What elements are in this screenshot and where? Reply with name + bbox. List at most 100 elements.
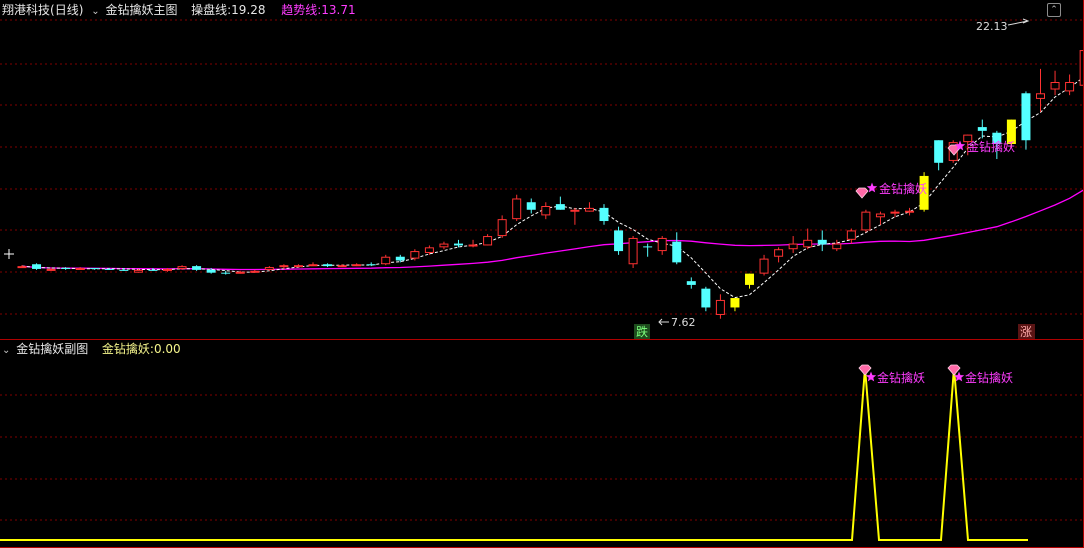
sub-signal-label-2: 金钻擒妖 — [965, 370, 1013, 385]
candle-body — [206, 269, 216, 273]
candle-body — [628, 237, 638, 265]
candle-body — [875, 213, 885, 218]
main-indicator-title[interactable]: 金钻擒妖主图 — [105, 0, 177, 20]
sub-panel-header: ⌄ 金钻擒妖副图 金钻擒妖: 0.00 — [0, 339, 1084, 359]
sub-indicator-title[interactable]: 金钻擒妖副图 — [16, 339, 88, 359]
candle-body — [614, 230, 624, 252]
high-price-label: 22.13 — [976, 20, 1008, 33]
candle-body — [846, 230, 856, 240]
chevron-down-icon[interactable]: ⌄ — [91, 2, 99, 22]
candle-body — [323, 264, 333, 267]
candle-body — [788, 243, 798, 250]
candle-body — [977, 127, 987, 131]
main-signal-label-1: 金钻擒妖 — [879, 181, 927, 196]
candle-body — [1021, 93, 1031, 141]
candle-body — [905, 210, 915, 213]
candle-body — [279, 265, 289, 268]
signal-spike-line — [0, 367, 1028, 541]
candle-body — [32, 264, 42, 269]
sub-ind-value: 0.00 — [153, 342, 181, 356]
candle-body — [264, 267, 274, 270]
candle-body — [352, 264, 362, 267]
candle-body — [555, 204, 565, 210]
candle-body — [148, 269, 158, 271]
candle-body — [643, 246, 653, 248]
candle-body — [934, 140, 944, 163]
collapse-button[interactable]: ⌃ — [1047, 3, 1061, 17]
signal-markers — [658, 18, 1030, 326]
panel-frame — [0, 0, 1084, 548]
operation-line-path — [21, 75, 1084, 299]
ops-line-value: 19.28 — [231, 3, 266, 17]
sub-panel-chart — [0, 364, 1028, 541]
candle-body — [584, 207, 594, 212]
candle-body — [526, 202, 536, 210]
trend-line-label: 趋势线 — [281, 3, 318, 17]
candle-body — [454, 243, 463, 246]
diamond-icon — [858, 364, 872, 376]
candle-body — [715, 299, 725, 315]
candle-body — [46, 268, 56, 271]
candle-body — [192, 266, 202, 270]
candle-body — [410, 251, 420, 259]
diamond-icon — [947, 364, 961, 376]
candle-body — [672, 241, 682, 263]
candle-body — [570, 209, 580, 212]
stock-chart: 22.13 7.62 金钻擒妖 金钻擒妖 金钻擒妖 金钻擒妖 跌 涨 — [0, 0, 1084, 548]
candle-body — [599, 207, 609, 222]
star-icon — [865, 371, 877, 382]
chevron-down-icon-sub[interactable]: ⌄ — [2, 341, 10, 361]
candle-body — [439, 243, 449, 248]
candle-body — [177, 266, 187, 269]
candle-body — [366, 264, 376, 266]
candle-body — [308, 264, 318, 267]
candle-body — [730, 298, 740, 308]
candle-body — [221, 272, 231, 274]
candle-body — [75, 268, 85, 270]
candle-body — [235, 271, 245, 274]
candle-body — [861, 211, 871, 231]
candle-body — [774, 249, 784, 257]
candle-body — [541, 206, 551, 216]
candle-body — [163, 268, 172, 271]
candle-body — [890, 211, 900, 214]
candle-body — [17, 266, 27, 269]
candle-body — [657, 237, 667, 252]
candle-body — [119, 269, 129, 271]
low-price-label: 7.62 — [671, 316, 696, 329]
candle-body — [293, 265, 303, 268]
up-marker: 涨 — [1020, 324, 1032, 339]
diamond-icon — [855, 187, 869, 199]
candle-body — [424, 247, 434, 253]
candle-body — [483, 236, 493, 246]
candle-body — [337, 265, 347, 268]
candle-body — [133, 269, 143, 273]
sub-ind-label: 金钻擒妖 — [101, 342, 150, 356]
candle-body — [686, 281, 696, 285]
candle-body — [497, 219, 507, 237]
candle-body — [104, 268, 114, 270]
candle-body — [468, 244, 478, 247]
candle-body — [1050, 82, 1060, 90]
candle-body — [395, 256, 405, 261]
candle-body — [803, 239, 813, 248]
candle-body — [512, 198, 522, 220]
candle-body — [817, 239, 827, 245]
main-signal-label-2: 金钻擒妖 — [967, 139, 1015, 154]
candle-body — [90, 268, 100, 269]
candle-body — [250, 270, 260, 273]
candle-body — [61, 268, 71, 269]
candle-body — [759, 258, 769, 274]
candle-body — [701, 288, 711, 308]
candle-body — [745, 273, 754, 285]
candle-body — [832, 243, 842, 250]
candle-body — [381, 256, 391, 265]
sub-signal-label-1: 金钻擒妖 — [877, 370, 925, 385]
stock-name: 翔港科技 — [2, 3, 51, 17]
trend-line-value: 13.71 — [321, 3, 356, 17]
ops-line-label: 操盘线 — [191, 3, 228, 17]
main-panel-header: 翔港科技(日线) ⌄ 金钻擒妖主图 操盘线: 19.28 趋势线: 13.71 — [0, 0, 1084, 20]
candle-body — [1065, 82, 1075, 92]
candle-body — [1036, 93, 1045, 99]
period-label: (日线) — [50, 3, 84, 17]
